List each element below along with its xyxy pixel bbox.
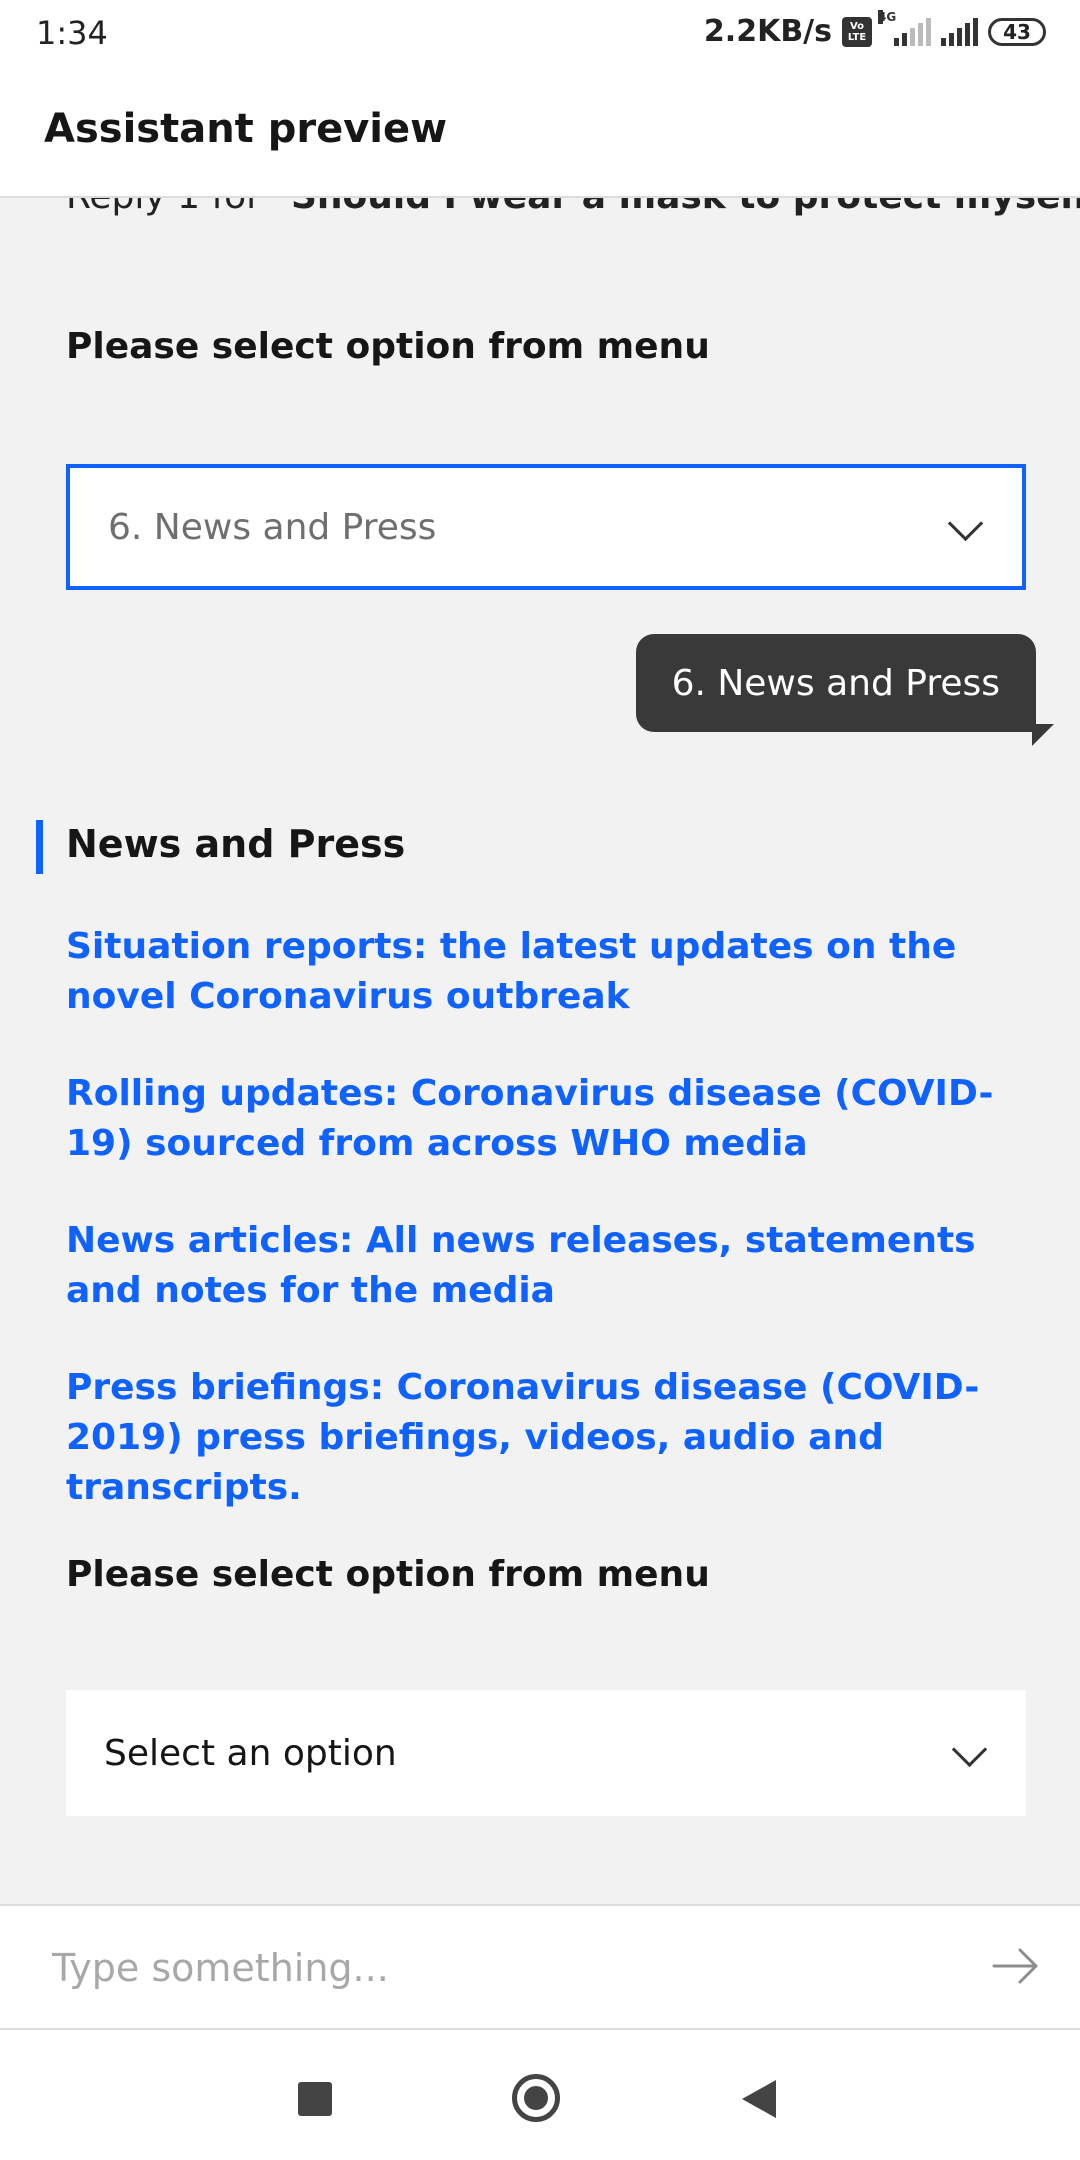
dropdown-value: 6. News and Press	[108, 506, 437, 548]
menu-prompt-2: Please select option from menu	[66, 1554, 710, 1595]
status-time: 1:34	[36, 14, 108, 52]
page-title: Assistant preview	[44, 106, 448, 152]
chat-area[interactable]: Reply 1 for Should I wear a mask to prote…	[0, 198, 1080, 1904]
signal-icon	[941, 17, 978, 46]
volte-bottom-label: LTE	[847, 31, 867, 43]
section-accent-bar	[36, 820, 43, 874]
link-press-briefings[interactable]: Press briefings: Coronavirus disease (CO…	[66, 1363, 1006, 1513]
send-arrow-icon[interactable]	[992, 1946, 1040, 1986]
back-icon[interactable]	[742, 2080, 776, 2118]
previous-reply-line: Reply 1 for Should I wear a mask to prote…	[66, 198, 1080, 217]
message-input-bar	[0, 1904, 1080, 2030]
dropdown-placeholder: Select an option	[104, 1732, 397, 1774]
network-type-label: 4G	[878, 9, 897, 24]
previous-reply-prefix: Reply 1 for	[66, 198, 261, 217]
option-dropdown-selected[interactable]: 6. News and Press	[66, 464, 1026, 590]
volte-top-label: Vo	[849, 20, 865, 32]
status-indicators: 2.2KB/s Vo LTE 4G 43	[703, 9, 1046, 49]
screen: 1:34 2.2KB/s Vo LTE 4G 43 Assistant prev…	[0, 0, 1080, 2160]
status-bar: 1:34 2.2KB/s Vo LTE 4G 43	[0, 0, 1080, 66]
link-situation-reports[interactable]: Situation reports: the latest updates on…	[66, 922, 1006, 1022]
user-message-text: 6. News and Press	[671, 662, 1000, 704]
network-speed: 2.2KB/s	[703, 14, 832, 49]
option-dropdown[interactable]: Select an option	[66, 1690, 1026, 1816]
chevron-down-icon	[951, 1731, 988, 1768]
user-message-bubble: 6. News and Press	[635, 634, 1054, 746]
bubble-tail	[1032, 724, 1054, 746]
message-input[interactable]	[50, 1936, 934, 2000]
previous-reply-option: Should I wear a mask to protect myself?	[291, 198, 1080, 217]
chevron-down-icon	[947, 505, 984, 542]
system-nav-bar	[0, 2030, 1080, 2160]
recent-apps-icon[interactable]	[298, 2082, 332, 2116]
signal-4g-icon: 4G	[878, 9, 931, 46]
home-icon[interactable]	[512, 2074, 560, 2122]
section-title: News and Press	[66, 822, 406, 866]
link-rolling-updates[interactable]: Rolling updates: Coronavirus disease (CO…	[66, 1069, 1006, 1169]
app-header: Assistant preview	[0, 66, 1080, 198]
menu-prompt: Please select option from menu	[66, 326, 710, 367]
volte-icon: Vo LTE	[842, 16, 872, 47]
battery-icon: 43	[988, 17, 1046, 46]
link-news-articles[interactable]: News articles: All news releases, statem…	[66, 1216, 1006, 1316]
